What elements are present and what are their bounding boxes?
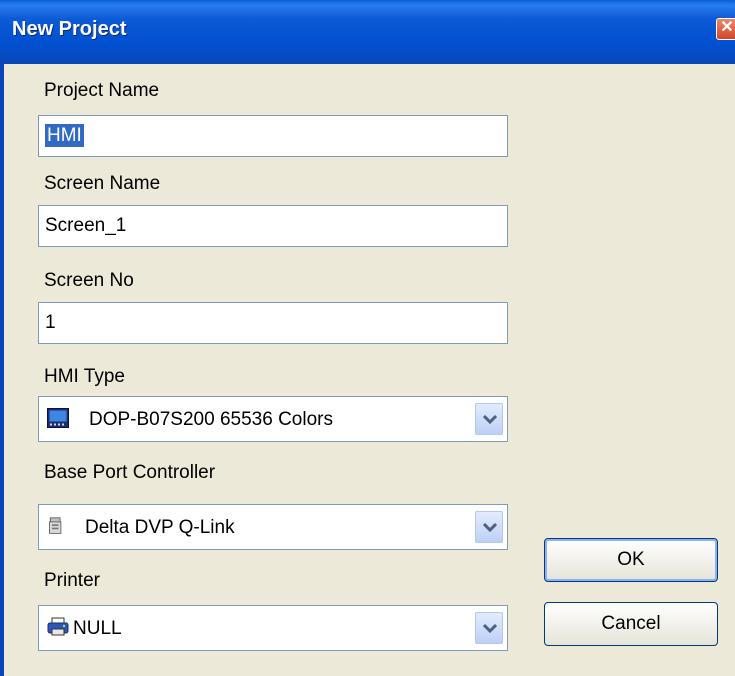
- hmi-screen-icon: [47, 408, 69, 428]
- screen-name-input[interactable]: Screen_1: [38, 205, 508, 247]
- chevron-down-icon: [483, 624, 497, 634]
- screen-no-input[interactable]: 1: [38, 302, 508, 344]
- chevron-down-icon: [483, 415, 497, 425]
- base-port-controller-dropdown-button[interactable]: [475, 511, 503, 543]
- base-port-controller-label: Base Port Controller: [44, 462, 216, 483]
- new-project-dialog: New Project ✕ Project Name HMI Screen Na…: [0, 0, 735, 676]
- printer-value: NULL: [73, 618, 122, 639]
- hmi-type-label: HMI Type: [44, 366, 125, 387]
- project-name-label: Project Name: [44, 80, 160, 101]
- title-bar[interactable]: New Project ✕: [0, 0, 735, 64]
- window-border: [0, 64, 4, 676]
- screen-no-label: Screen No: [44, 270, 134, 291]
- ok-button[interactable]: OK: [544, 538, 718, 582]
- base-port-controller-select[interactable]: Delta DVP Q-Link: [38, 504, 508, 550]
- cancel-button[interactable]: Cancel: [544, 602, 718, 646]
- printer-select[interactable]: NULL: [38, 605, 508, 651]
- printer-icon: [47, 617, 69, 636]
- project-name-input[interactable]: HMI: [38, 115, 508, 157]
- printer-label: Printer: [44, 570, 100, 591]
- chevron-down-icon: [483, 523, 497, 533]
- screen-name-label: Screen Name: [44, 173, 161, 194]
- close-icon: ✕: [720, 19, 734, 36]
- base-port-controller-value: Delta DVP Q-Link: [85, 517, 235, 538]
- hmi-type-value: DOP-B07S200 65536 Colors: [89, 409, 333, 430]
- dialog-title: New Project: [12, 18, 127, 40]
- hmi-type-select[interactable]: DOP-B07S200 65536 Colors: [38, 396, 508, 442]
- close-button[interactable]: ✕: [716, 18, 735, 40]
- project-name-value: HMI: [45, 124, 84, 147]
- plc-icon: [49, 517, 62, 534]
- printer-dropdown-button[interactable]: [475, 612, 503, 644]
- hmi-type-dropdown-button[interactable]: [475, 403, 503, 435]
